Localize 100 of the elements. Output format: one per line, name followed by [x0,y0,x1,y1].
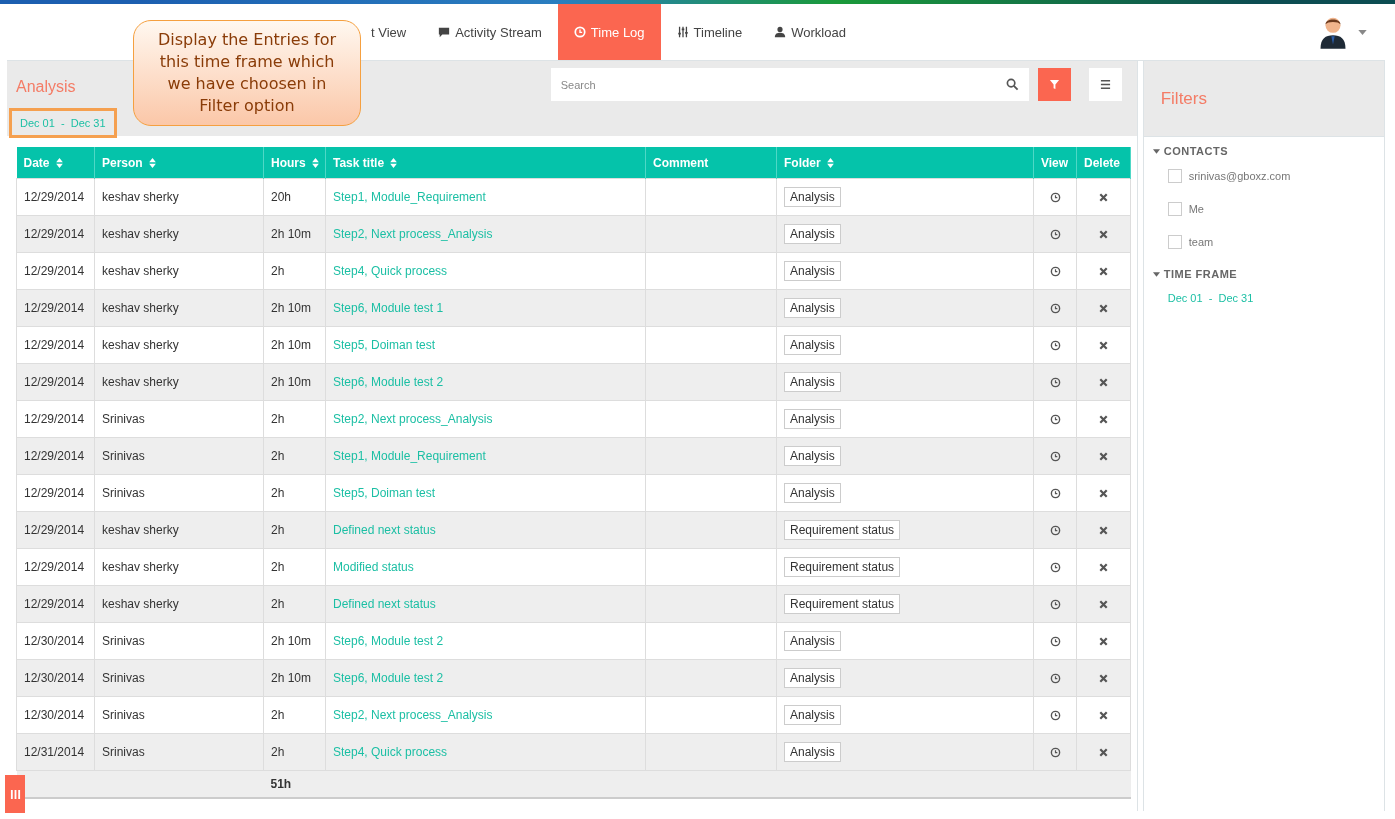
task-link[interactable]: Step1, Module_Requirement [333,449,486,463]
clock-icon[interactable] [1049,192,1061,204]
table-cell: 2h [263,252,326,290]
clock-icon[interactable] [1049,747,1061,759]
folder-tag: Analysis [784,705,841,725]
delete-icon[interactable] [1098,710,1109,722]
table-cell: keshav sherky [94,363,264,401]
table-cell: Srinivas [94,437,264,475]
table-cell: 12/30/2014 [16,622,95,660]
clock-icon[interactable] [1049,340,1061,352]
clock-icon[interactable] [1049,377,1061,389]
clock-icon[interactable] [1049,636,1061,648]
column-header[interactable]: Person [94,147,264,179]
caret-icon[interactable] [1152,148,1160,154]
table-cell: 2h [263,511,326,549]
filter-button[interactable] [1037,68,1071,101]
task-link[interactable]: Step1, Module_Requirement [333,190,486,204]
delete-icon[interactable] [1098,636,1109,648]
task-link[interactable]: Step6, Module test 2 [333,375,444,389]
task-link[interactable]: Defined next status [333,523,436,537]
table-cell: 12/29/2014 [16,215,95,253]
table-cell: 12/29/2014 [16,585,95,623]
task-link[interactable]: Step2, Next process_Analysis [333,708,493,722]
nav-tab[interactable]: Workload [758,4,862,60]
table-cell: keshav sherky [94,585,264,623]
column-header[interactable]: Hours [263,147,326,179]
task-link[interactable]: Step2, Next process_Analysis [333,412,493,426]
folder-tag: Analysis [784,224,841,244]
table-cell: keshav sherky [94,215,264,253]
task-link[interactable]: Step5, Doiman test [333,486,436,500]
table-cell: 12/29/2014 [16,400,95,438]
clock-icon[interactable] [1049,229,1061,241]
delete-icon[interactable] [1098,340,1109,352]
menu-button[interactable] [1088,68,1122,101]
column-header[interactable]: Date [16,147,95,179]
task-link[interactable]: Step6, Module test 2 [333,634,444,648]
delete-icon[interactable] [1098,747,1109,759]
clock-icon[interactable] [1049,673,1061,685]
nav-tab[interactable]: Time Log [557,4,661,60]
clock-icon[interactable] [1049,599,1061,611]
clock-icon[interactable] [1049,303,1061,315]
time-frame-range[interactable]: Dec 01 - Dec 31 [1167,292,1254,304]
clock-icon[interactable] [1049,451,1061,463]
checkbox-label[interactable]: team [1188,236,1214,248]
table-cell: 12/31/2014 [16,733,95,771]
checkbox[interactable] [1167,235,1182,249]
task-link[interactable]: Step4, Quick process [333,264,448,278]
task-link[interactable]: Step6, Module test 1 [333,301,444,315]
delete-icon[interactable] [1098,488,1109,500]
delete-icon[interactable] [1098,599,1109,611]
table-cell: 12/29/2014 [16,511,95,549]
clock-icon[interactable] [1049,266,1061,278]
search-field[interactable]: Search [550,68,1029,101]
clock-icon[interactable] [1049,488,1061,500]
checkbox[interactable] [1167,202,1182,216]
delete-icon[interactable] [1098,266,1109,278]
nav-tab[interactable]: Activity Stream [422,4,558,60]
table-cell: 2h 10m [263,659,326,697]
table-cell: 12/29/2014 [16,178,95,216]
section-heading[interactable]: TIME FRAME [1163,268,1238,280]
delete-icon[interactable] [1098,525,1109,537]
clock-icon[interactable] [1049,525,1061,537]
checkbox-label[interactable]: Me [1188,203,1204,215]
table-cell: 12/29/2014 [16,548,95,586]
task-link[interactable]: Step5, Doiman test [333,338,436,352]
column-header: Delete [1076,147,1131,179]
checkbox-label[interactable]: srinivas@gboxz.com [1188,170,1291,182]
nav-tab[interactable]: t View [365,4,423,60]
task-link[interactable]: Step6, Module test 2 [333,671,444,685]
panel-title: Analysis [16,78,76,96]
filter-icon [1048,79,1060,90]
clock-icon[interactable] [1049,414,1061,426]
delete-icon[interactable] [1098,377,1109,389]
table-cell: Srinivas [94,733,264,771]
column-header[interactable]: Folder [776,147,1034,179]
task-link[interactable]: Step2, Next process_Analysis [333,227,493,241]
delete-icon[interactable] [1098,673,1109,685]
delete-icon[interactable] [1098,229,1109,241]
drawer-handle[interactable] [5,775,25,813]
clock-icon[interactable] [1049,562,1061,574]
folder-tag: Analysis [784,409,841,429]
caret-icon[interactable] [1358,29,1367,35]
table-cell: 2h [263,733,326,771]
delete-icon[interactable] [1098,451,1109,463]
delete-icon[interactable] [1098,192,1109,204]
column-header[interactable]: Task title [325,147,646,179]
clock-icon [573,26,586,38]
delete-icon[interactable] [1098,303,1109,315]
task-link[interactable]: Modified status [333,560,414,574]
table-cell: 2h 10m [263,215,326,253]
nav-tab[interactable]: Timeline [660,4,759,60]
checkbox[interactable] [1167,169,1182,183]
table-cell: 2h 10m [263,622,326,660]
delete-icon[interactable] [1098,562,1109,574]
section-heading[interactable]: CONTACTS [1163,145,1228,157]
caret-icon[interactable] [1152,271,1160,277]
task-link[interactable]: Step4, Quick process [333,745,448,759]
delete-icon[interactable] [1098,414,1109,426]
task-link[interactable]: Defined next status [333,597,436,611]
clock-icon[interactable] [1049,710,1061,722]
